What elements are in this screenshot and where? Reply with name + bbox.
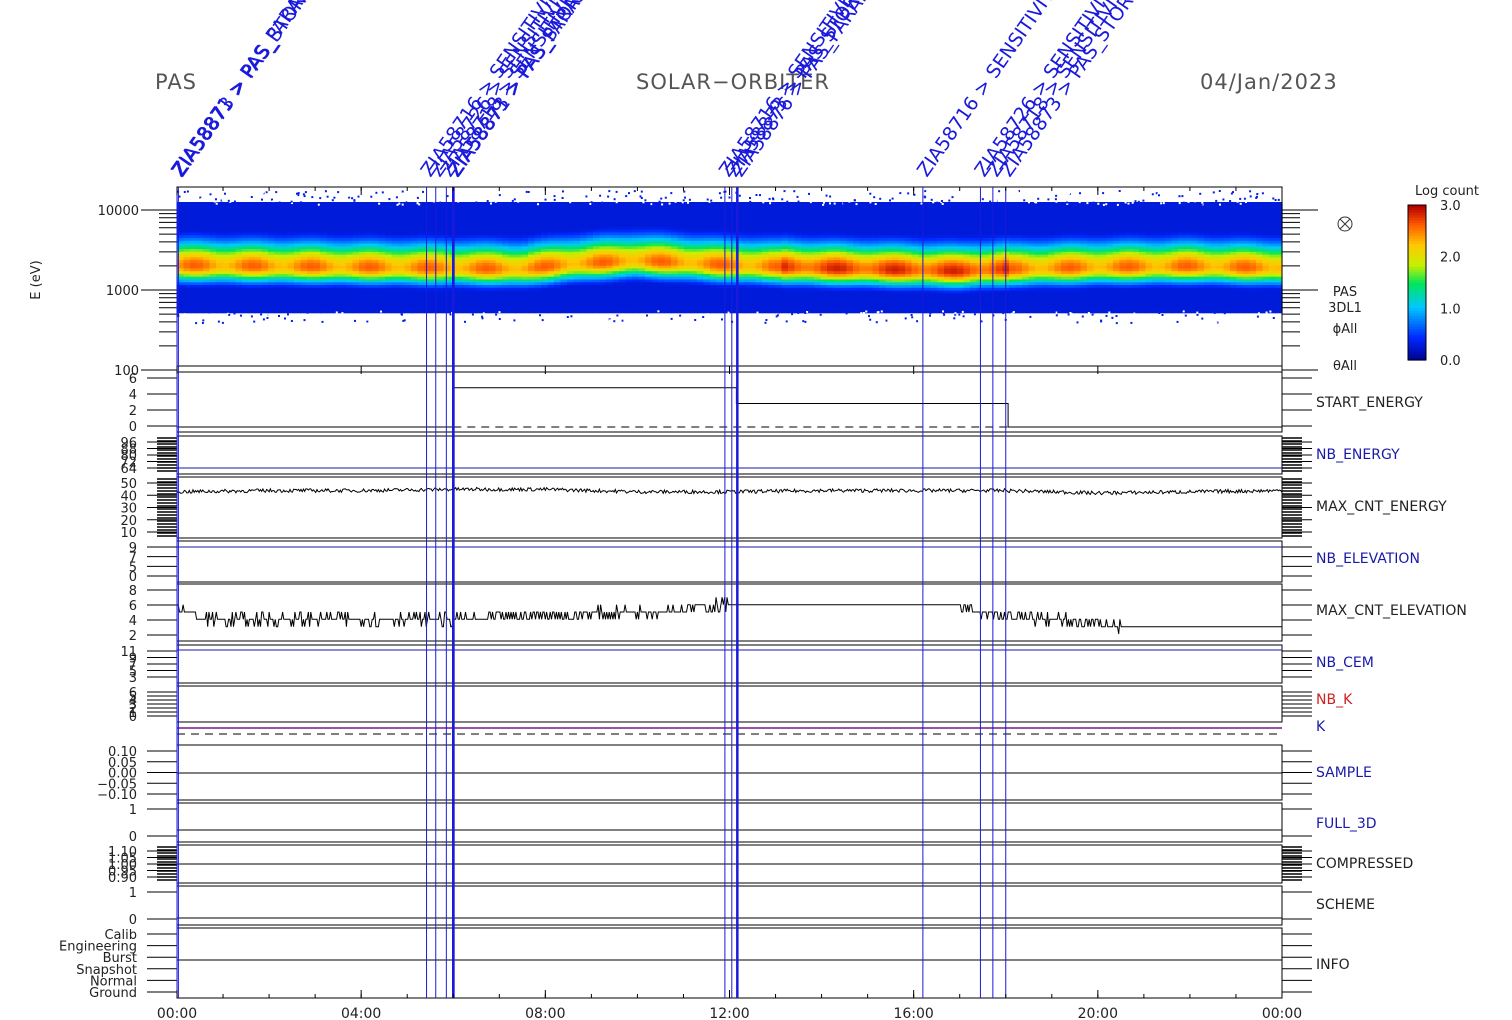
spectrogram-cell (515, 310, 523, 314)
spectrogram-cell (456, 310, 464, 314)
spectrogram-cell (697, 310, 705, 314)
spectrogram-cell (853, 310, 861, 314)
spectrogram-cell (313, 310, 321, 314)
spectrogram-cell (749, 310, 757, 314)
spectrogram-cell (573, 310, 581, 314)
spectrogram-cell (547, 310, 555, 314)
spectrogram-cell (346, 310, 354, 314)
spectrogram-cell (398, 310, 406, 314)
spectrogram-cell (580, 310, 588, 314)
spectrogram-cell (677, 310, 685, 314)
energy-spectrogram (177, 190, 1283, 325)
spectrogram-cell (183, 310, 191, 314)
spectrogram-cell (190, 310, 198, 314)
spectrogram-cell (931, 310, 939, 314)
spectrogram-cell (567, 310, 575, 314)
spectrogram-cell (242, 310, 250, 314)
spectrogram-cell (216, 310, 224, 314)
spectrogram-cell (963, 310, 971, 314)
spectrogram-cell (385, 310, 393, 314)
spectrogram-cell (807, 310, 815, 314)
spectrogram-cell (781, 310, 789, 314)
spectrogram-cell (521, 310, 529, 314)
spectrogram-cell (762, 310, 770, 314)
spectrogram-cell (820, 310, 828, 314)
spectrogram-cell (209, 310, 217, 314)
spectrogram-cell (625, 310, 633, 314)
spectrogram-cell (261, 310, 269, 314)
spectrogram-cell (898, 310, 906, 314)
spectrogram-cell (710, 310, 718, 314)
spectrogram-cell (541, 310, 549, 314)
spectrogram-cell (970, 310, 978, 314)
spectrogram-cell (424, 310, 432, 314)
spectrogram-cell (742, 310, 750, 314)
spectrogram-cell (534, 310, 542, 314)
spectrogram-cell (684, 310, 692, 314)
spectrogram-cell (905, 310, 913, 314)
spectrogram-cell (300, 310, 308, 314)
spectrogram-cell (606, 310, 614, 314)
pas-overview-plot: 100001000100E (eV) PAS3DL1ϕAllθAllLog cou… (29, 0, 1479, 1020)
spectrogram-cell (632, 310, 640, 314)
spectrogram-cell (489, 310, 497, 314)
spectrogram-cell (502, 310, 510, 314)
spectrogram-cell (469, 310, 477, 314)
spectrogram-cell (359, 310, 367, 314)
spectrogram-cell (586, 310, 594, 314)
spectrogram-cell (365, 310, 373, 314)
spectrogram-cell (430, 310, 438, 314)
spectrogram-cell (690, 310, 698, 314)
spectrogram-cell (294, 310, 302, 314)
spectrogram-cell (437, 310, 445, 314)
spectrogram-cell (768, 310, 776, 314)
spectrogram-cell (391, 310, 399, 314)
spectrogram-cell (476, 310, 484, 314)
spectrogram-cell (671, 310, 679, 314)
spectrogram-cell (268, 310, 276, 314)
spectrogram-cell (372, 310, 380, 314)
spectrogram-cell (248, 310, 256, 314)
spectrogram-cell (593, 310, 601, 314)
spectrogram-cell (352, 310, 360, 314)
spectrogram-cell (528, 310, 536, 314)
spectrogram-cell (703, 310, 711, 314)
spectrogram-cell (716, 310, 724, 314)
spectrogram-cell (950, 310, 958, 314)
spectrogram-cell (417, 310, 425, 314)
spectrogram-cell (814, 310, 822, 314)
spectrogram-cell (463, 310, 471, 314)
spectrogram-cell (378, 310, 386, 314)
spectrogram-cell (281, 310, 289, 314)
spectrogram-cell (255, 310, 263, 314)
spectrogram-cell (638, 310, 646, 314)
spectrogram-cell (944, 310, 952, 314)
spectrogram-cell (911, 310, 919, 314)
spectrogram-cell (892, 310, 900, 314)
spectrogram-cell (645, 310, 653, 314)
spectrogram-cell (196, 310, 204, 314)
spectrogram-cell (287, 310, 295, 314)
spectrogram-cell (560, 310, 568, 314)
spectrogram-cell (235, 310, 243, 314)
spectrogram-cell (664, 310, 672, 314)
spectrogram-cell (827, 310, 835, 314)
spectrogram-cell (918, 310, 926, 314)
spectrogram-cell (599, 310, 607, 314)
spectrogram-cell (274, 310, 282, 314)
spectrogram-cell (326, 310, 334, 314)
spectrogram-cell (554, 310, 562, 314)
spectrogram-cell (885, 310, 893, 314)
spectrogram-cell (788, 310, 796, 314)
spectrogram-cell (508, 310, 516, 314)
